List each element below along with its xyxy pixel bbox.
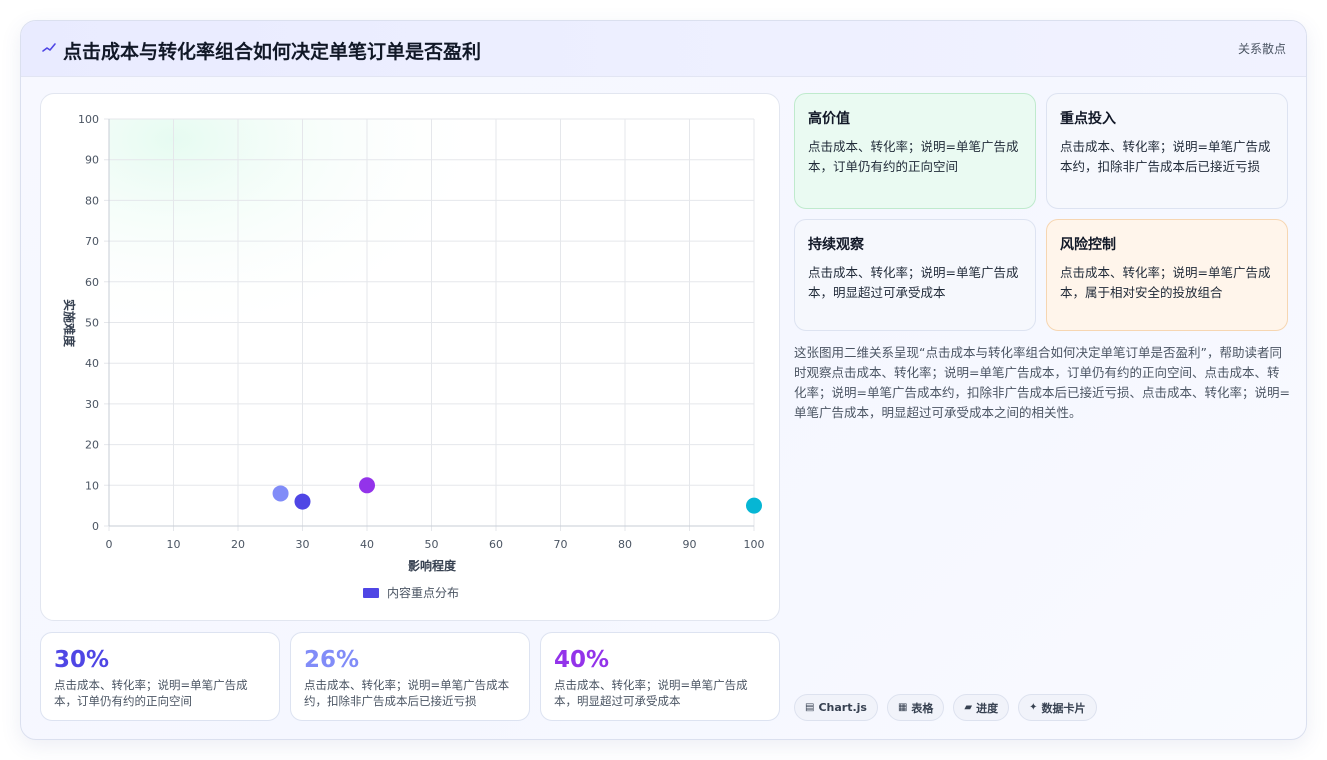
tech-chips: ▤ Chart.js ▦ 表格 ▰ 进度 ✦ 数据卡片 bbox=[794, 694, 1097, 721]
chip-label: 进度 bbox=[976, 701, 999, 715]
quadrant-card-keep-watching: 持续观察 点击成本、转化率；说明=单笔广告成本，明显超过可承受成本 bbox=[794, 219, 1036, 331]
x-tick-label: 10 bbox=[167, 538, 181, 551]
chip-table[interactable]: ▦ 表格 bbox=[886, 694, 945, 721]
chart-legend[interactable]: 内容重点分布 bbox=[363, 585, 459, 600]
quadrant-card-high-value: 高价值 点击成本、转化率；说明=单笔广告成本，订单仍有约的正向空间 bbox=[794, 93, 1036, 209]
page-title: 点击成本与转化率组合如何决定单笔订单是否盈利 bbox=[63, 41, 482, 63]
y-tick-label: 40 bbox=[85, 357, 99, 370]
scatter-point[interactable] bbox=[746, 497, 762, 514]
y-tick-label: 50 bbox=[85, 317, 99, 330]
stat-card: 26% 点击成本、转化率；说明=单笔广告成本约，扣除非广告成本后已接近亏损 bbox=[290, 632, 530, 721]
x-tick-label: 20 bbox=[231, 538, 245, 551]
chart-icon: ▤ bbox=[805, 702, 815, 713]
y-tick-label: 0 bbox=[92, 520, 99, 533]
x-tick-label: 60 bbox=[489, 538, 503, 551]
stat-value: 26% bbox=[304, 647, 360, 673]
stat-card: 40% 点击成本、转化率；说明=单笔广告成本，明显超过可承受成本 bbox=[540, 632, 780, 721]
quadrant-description: 点击成本、转化率；说明=单笔广告成本，明显超过可承受成本 bbox=[808, 265, 1019, 300]
scatter-chart-panel: 0 10 20 30 40 50 60 70 80 90 100 0 10 20 30 40 50 60 70 80 9… bbox=[40, 93, 780, 621]
y-tick-label: 10 bbox=[85, 479, 99, 492]
y-tick-label: 100 bbox=[78, 113, 99, 126]
x-tick-label: 0 bbox=[106, 538, 113, 551]
chip-label: 表格 bbox=[911, 701, 934, 715]
table-icon: ▦ bbox=[897, 702, 908, 713]
quadrant-description: 点击成本、转化率；说明=单笔广告成本，属于相对安全的投放组合 bbox=[1060, 265, 1271, 300]
stat-value: 30% bbox=[54, 647, 110, 673]
stat-description: 点击成本、转化率；说明=单笔广告成本，明显超过可承受成本 bbox=[554, 678, 748, 708]
scatter-point[interactable] bbox=[272, 485, 289, 502]
y-tick-label: 60 bbox=[85, 276, 99, 289]
card-header: 点击成本与转化率组合如何决定单笔订单是否盈利 关系散点 bbox=[21, 21, 1306, 77]
quadrant-title: 风险控制 bbox=[1060, 237, 1116, 253]
sparkle-icon: ✦ bbox=[1029, 702, 1038, 713]
legend-swatch bbox=[363, 588, 379, 598]
quadrant-title: 高价值 bbox=[808, 111, 850, 127]
quadrant-title: 重点投入 bbox=[1060, 111, 1116, 127]
quadrant-card-risk-control: 风险控制 点击成本、转化率；说明=单笔广告成本，属于相对安全的投放组合 bbox=[1046, 219, 1288, 331]
legend-label: 内容重点分布 bbox=[387, 585, 459, 600]
y-tick-label: 70 bbox=[85, 235, 99, 248]
dashboard-card: 点击成本与转化率组合如何决定单笔订单是否盈利 关系散点 0 10 20 30 40 50 6… bbox=[20, 20, 1307, 740]
y-tick-label: 30 bbox=[85, 398, 99, 411]
chip-chartjs[interactable]: ▤ Chart.js bbox=[794, 694, 878, 721]
scatter-point[interactable] bbox=[359, 477, 375, 494]
quadrant-description: 点击成本、转化率；说明=单笔广告成本约，扣除非广告成本后已接近亏损 bbox=[1060, 139, 1271, 174]
x-tick-label: 80 bbox=[618, 538, 632, 551]
x-tick-label: 30 bbox=[296, 538, 310, 551]
progress-icon: ▰ bbox=[964, 702, 973, 713]
y-axis-label: 实施难度 bbox=[62, 299, 77, 348]
stat-value: 40% bbox=[554, 647, 610, 673]
x-tick-label: 100 bbox=[744, 538, 765, 551]
x-tick-label: 90 bbox=[683, 538, 697, 551]
x-tick-label: 50 bbox=[425, 538, 439, 551]
chip-label: 数据卡片 bbox=[1041, 701, 1086, 715]
y-tick-label: 90 bbox=[85, 154, 99, 167]
y-tick-label: 80 bbox=[85, 194, 99, 207]
x-axis-label: 影响程度 bbox=[408, 558, 457, 573]
quadrant-description: 点击成本、转化率；说明=单笔广告成本，订单仍有约的正向空间 bbox=[808, 139, 1019, 174]
chip-data-cards[interactable]: ✦ 数据卡片 bbox=[1018, 694, 1097, 721]
scatter-point[interactable] bbox=[294, 493, 311, 510]
scatter-chart: 0 10 20 30 40 50 60 70 80 90 100 0 10 20 30 40 50 60 70 80 9… bbox=[62, 113, 765, 600]
stat-description: 点击成本、转化率；说明=单笔广告成本，订单仍有约的正向空间 bbox=[54, 678, 248, 708]
quadrant-title: 持续观察 bbox=[808, 237, 864, 253]
x-tick-label: 70 bbox=[554, 538, 568, 551]
chip-progress[interactable]: ▰ 进度 bbox=[953, 694, 1010, 721]
stat-description: 点击成本、转化率；说明=单笔广告成本约，扣除非广告成本后已接近亏损 bbox=[304, 678, 510, 708]
quadrant-card-focus-investment: 重点投入 点击成本、转化率；说明=单笔广告成本约，扣除非广告成本后已接近亏损 bbox=[1046, 93, 1288, 209]
chip-label: Chart.js bbox=[818, 701, 867, 714]
chart-summary: 这张图用二维关系呈现“点击成本与转化率组合如何决定单笔订单是否盈利”，帮助读者同… bbox=[794, 345, 1290, 420]
chart-type-tag: 关系散点 bbox=[1237, 42, 1286, 56]
stat-card: 30% 点击成本、转化率；说明=单笔广告成本，订单仍有约的正向空间 bbox=[40, 632, 280, 721]
trend-line-icon bbox=[42, 43, 56, 52]
y-tick-label: 20 bbox=[85, 439, 99, 452]
x-tick-label: 40 bbox=[360, 538, 374, 551]
